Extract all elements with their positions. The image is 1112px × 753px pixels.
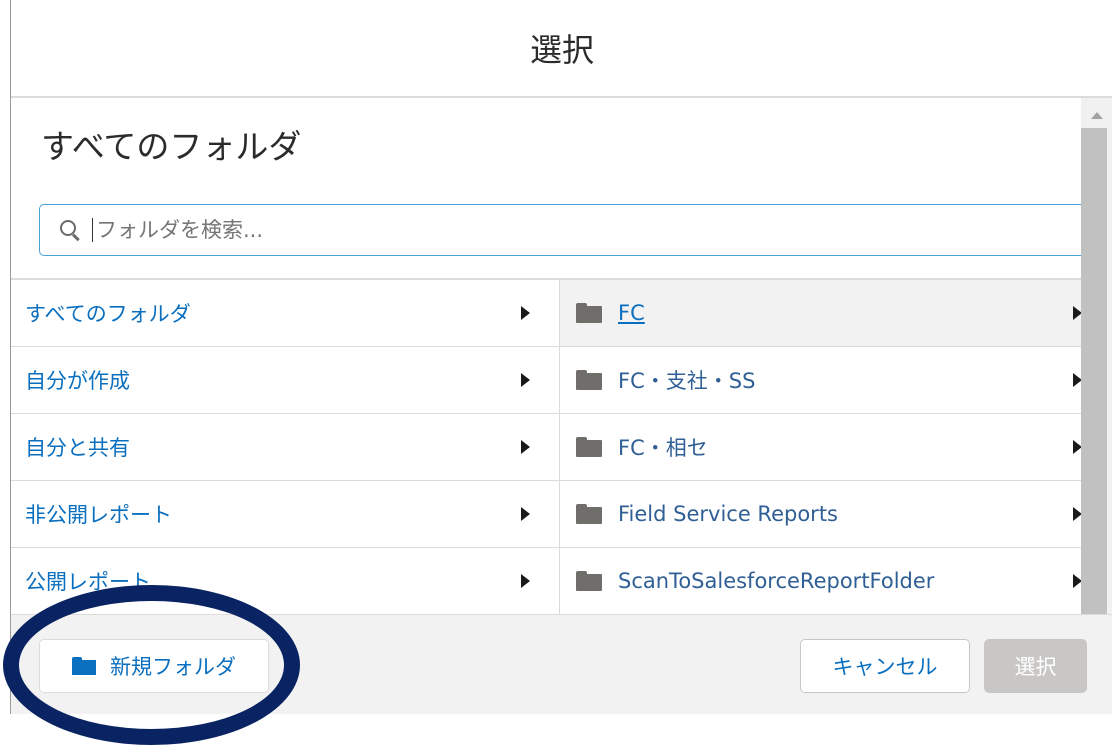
caret-right-icon [521,306,530,320]
folder-icon [576,303,602,323]
caret-right-icon [521,440,530,454]
new-folder-button[interactable]: 新規フォルダ [39,639,269,693]
caret-right-icon [1073,440,1081,454]
modal-title: 選択 [529,31,594,69]
caret-right-icon [521,507,530,521]
modal-body: すべてのフォルダ すべてのフォルダ 自分が作成 自分と共有 非公開レポート [11,98,1081,614]
caret-right-icon [521,574,530,588]
scroll-up-icon[interactable] [1091,112,1103,119]
folder-item-field-service-reports[interactable]: Field Service Reports [560,481,1081,548]
folder-select-modal: 選択 すべてのフォルダ すべてのフォルダ 自分が作成 自分と共有 非公開レポート [10,0,1112,714]
folder-icon [576,504,602,524]
folder-label: ScanToSalesforceReportFolder [618,569,935,593]
category-item-all-folders[interactable]: すべてのフォルダ [11,280,559,347]
caret-right-icon [1073,574,1081,588]
caret-right-icon [1073,507,1081,521]
cancel-button[interactable]: キャンセル [800,639,970,693]
folder-label: FC・支社・SS [618,369,756,393]
search-input[interactable] [92,218,992,242]
select-button[interactable]: 選択 [984,639,1087,693]
category-label: 自分が作成 [25,369,130,393]
modal-footer: 新規フォルダ キャンセル 選択 [11,614,1112,714]
caret-right-icon [1073,373,1081,387]
search-icon [58,218,82,242]
category-label: 自分と共有 [25,436,130,460]
folder-icon [72,657,96,675]
folder-item-fc-sose[interactable]: FC・相セ [560,414,1081,481]
folder-category-list: すべてのフォルダ 自分が作成 自分と共有 非公開レポート 公開レポート [11,280,559,614]
category-label: 非公開レポート [25,503,172,527]
folder-item-fc[interactable]: FC [560,280,1081,347]
folder-item-scan-to-salesforce[interactable]: ScanToSalesforceReportFolder [560,548,1081,614]
scroll-thumb[interactable] [1081,128,1107,614]
folder-search[interactable] [39,204,1081,256]
caret-right-icon [521,373,530,387]
category-label: 公開レポート [25,570,151,594]
scrollbar[interactable] [1081,98,1112,614]
category-item-shared-with-me[interactable]: 自分と共有 [11,414,559,481]
folder-icon [576,437,602,457]
category-item-private-reports[interactable]: 非公開レポート [11,481,559,548]
folder-label: FC・相セ [618,436,708,460]
category-item-public-reports[interactable]: 公開レポート [11,548,559,614]
modal-header: 選択 [11,0,1112,98]
folder-item-fc-branch-ss[interactable]: FC・支社・SS [560,347,1081,414]
new-folder-label: 新規フォルダ [110,655,236,679]
section-title: すべてのフォルダ [41,127,302,166]
folder-icon [576,571,602,591]
caret-right-icon [1073,306,1081,320]
folder-label: FC [618,301,645,325]
folder-icon [576,370,602,390]
folder-list: FC FC・支社・SS FC・相セ Field Service Reports [560,280,1081,614]
category-label: すべてのフォルダ [25,302,191,326]
folder-label: Field Service Reports [618,502,838,526]
category-item-created-by-me[interactable]: 自分が作成 [11,347,559,414]
